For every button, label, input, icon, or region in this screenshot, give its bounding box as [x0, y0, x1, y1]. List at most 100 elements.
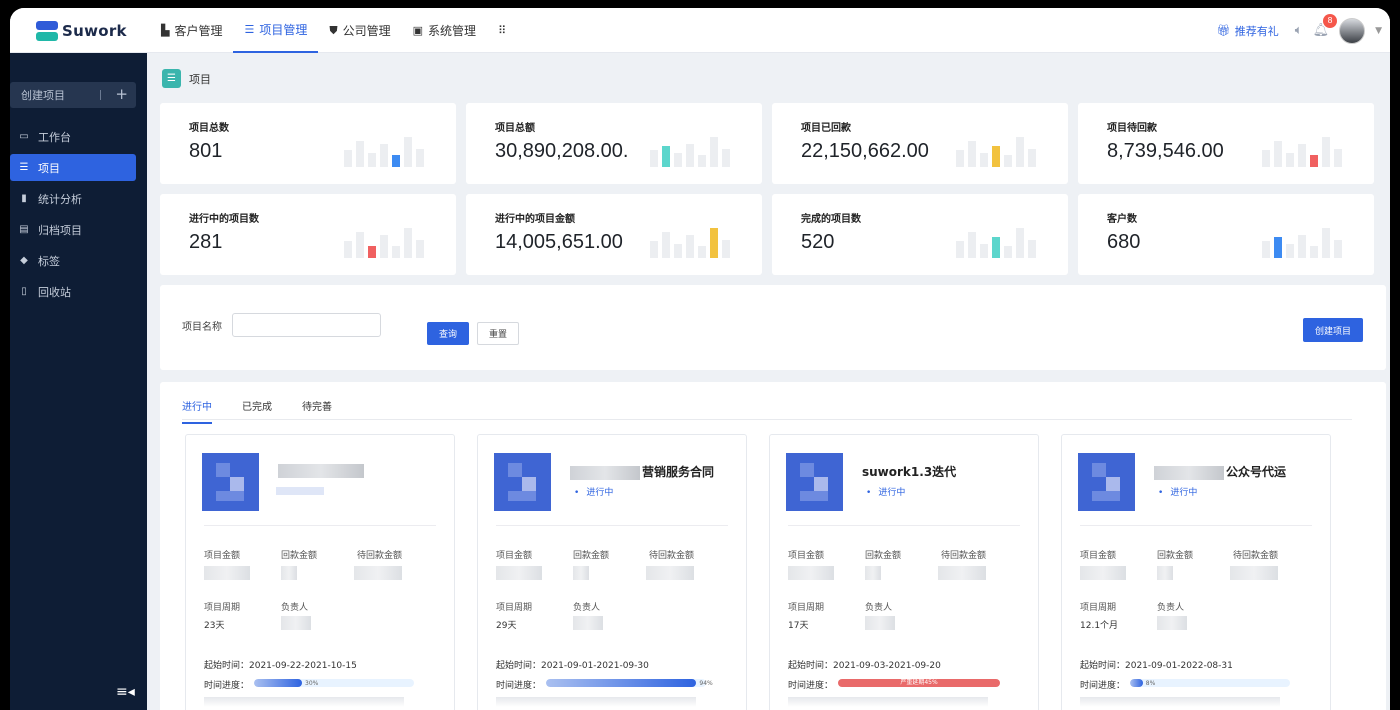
nav-item-projects[interactable]: ☰ 项目管理	[233, 8, 319, 53]
sparkline-bar	[1322, 137, 1330, 167]
briefcase-icon: ▣	[412, 24, 424, 37]
collapse-sidebar-icon[interactable]: ≡◂	[116, 684, 135, 700]
stat-label: 完成的项目数	[801, 214, 861, 225]
owner-label: 负责人	[1157, 603, 1185, 613]
project-title[interactable]: suwork1.3迭代	[862, 463, 956, 480]
chevron-down-icon[interactable]: ▼	[1375, 26, 1382, 36]
stat-label: 客户数	[1107, 214, 1137, 225]
owner-label: 负责人	[573, 603, 601, 613]
sparkline-bar	[710, 228, 718, 258]
sparkline-bar	[1274, 237, 1282, 258]
blurred-text	[1154, 465, 1224, 480]
project-card[interactable]: suwork1.3迭代进行中项目金额 回款金额 待回款金额项目周期 负责人 17天起始时…	[769, 434, 1039, 710]
monitor-icon: ▭	[19, 131, 29, 142]
paid-label: 回款金额	[573, 551, 610, 561]
sparkline-bar	[722, 240, 730, 258]
period-label: 项目周期	[204, 603, 241, 613]
trash-icon: ▯	[21, 286, 27, 297]
blurred-value	[865, 566, 881, 580]
sparkline-bar	[968, 232, 976, 258]
nav-item-label: 公司管理	[342, 24, 391, 38]
page-heading: ☰ 项目	[162, 69, 211, 88]
sparkline-bar	[344, 241, 352, 258]
project-title[interactable]: 公众号代运	[1154, 463, 1286, 480]
stat-value: 680	[1107, 231, 1141, 253]
blurred-value	[1230, 566, 1278, 580]
bell-icon[interactable]: 🔔︎ 8	[1313, 14, 1338, 38]
sidebar-item-label: 统计分析	[38, 192, 82, 206]
stat-label: 项目总数	[189, 123, 229, 134]
sparkline-bar	[404, 137, 412, 167]
reset-button[interactable]: 重置	[477, 322, 519, 345]
paid-label: 回款金额	[1157, 551, 1194, 561]
pending-label: 待回款金额	[1233, 551, 1279, 561]
recommend-label: 推荐有礼	[1234, 24, 1279, 38]
tab-to-complete[interactable]: 待完善	[302, 398, 332, 424]
recommend-link[interactable]: 🎁︎ 推荐有礼	[1217, 23, 1279, 39]
blurred-value	[281, 616, 311, 630]
project-title[interactable]: 营销服务合同	[570, 463, 714, 480]
logo[interactable]: Suwork	[36, 20, 127, 42]
nav-item-system[interactable]: ▣ 系统管理	[402, 8, 487, 53]
tag-icon: ◆	[20, 255, 28, 266]
stat-card: 项目待回款 8,739,546.00	[1078, 103, 1374, 184]
sidebar-item-projects[interactable]: ☰ 项目	[10, 154, 136, 181]
sparkline-bar	[992, 237, 1000, 258]
paid-label: 回款金额	[281, 551, 318, 561]
blurred-value	[1157, 616, 1187, 630]
blurred-value	[646, 566, 694, 580]
tab-completed[interactable]: 已完成	[242, 398, 272, 424]
sparkline-bar	[1310, 155, 1318, 167]
stat-card: 项目总额 30,890,208.00.	[466, 103, 762, 184]
sparkline-bar	[1310, 246, 1318, 258]
sparkline-bar	[1028, 240, 1036, 258]
sparkline-chart	[344, 228, 436, 258]
sparkline-bar	[1262, 241, 1270, 258]
date-range: 起始时间：2021-09-01-2021-09-30	[496, 661, 649, 671]
project-title[interactable]	[278, 463, 366, 478]
time-progress-label: 时间进度：	[204, 681, 250, 691]
sidebar-item-recycle-bin[interactable]: ▯ 回收站	[10, 278, 147, 305]
project-name-label: 项目名称	[182, 322, 222, 333]
sparkline-bar	[698, 246, 706, 258]
project-title-text: suwork1.3迭代	[862, 465, 957, 479]
sparkline-bar	[1298, 235, 1306, 258]
sidebar-create-project-button[interactable]: 创建项目 +	[10, 82, 136, 108]
pending-label: 待回款金额	[649, 551, 695, 561]
project-name-input[interactable]	[232, 313, 381, 337]
project-card[interactable]: 项目金额 回款金额 待回款金额 项目周期 负责人 23天 起始时间：2021-09-22-2…	[185, 434, 455, 710]
owner-label: 负责人	[281, 603, 309, 613]
sidebar-item-statistics[interactable]: ▮ 统计分析	[10, 185, 147, 212]
sidebar-item-tags[interactable]: ◆ 标签	[10, 247, 147, 274]
sparkline-chart	[1262, 228, 1354, 258]
sparkline-bar	[1274, 141, 1282, 167]
sparkline-chart	[650, 228, 742, 258]
sparkline-bar	[956, 241, 964, 258]
apps-menu-button[interactable]: ⠿	[487, 8, 517, 53]
project-card[interactable]: 营销服务合同进行中项目金额 回款金额 待回款金额项目周期 负责人 29天起始时间：202…	[477, 434, 747, 710]
project-card[interactable]: 公众号代运进行中项目金额 回款金额 待回款金额项目周期 负责人 12.1个月起始时间：2…	[1061, 434, 1331, 710]
create-project-button[interactable]: 创建项目	[1303, 318, 1363, 342]
status-badge: 进行中	[866, 485, 905, 498]
blurred-value	[573, 616, 603, 630]
stat-value: 8,739,546.00	[1107, 140, 1224, 162]
stat-card: 进行中的项目数 281	[160, 194, 456, 275]
nav-item-customers[interactable]: ▙ 客户管理	[150, 8, 233, 53]
stat-card: 进行中的项目金额 14,005,651.00	[466, 194, 762, 275]
stat-label: 进行中的项目数	[189, 214, 259, 225]
date-range: 起始时间：2021-09-22-2021-10-15	[204, 661, 357, 671]
shield-icon: ⛊	[329, 23, 338, 37]
speaker-icon[interactable]: 🔈︎	[1295, 23, 1303, 38]
query-button[interactable]: 查询	[427, 322, 469, 345]
sidebar-item-workbench[interactable]: ▭ 工作台	[10, 123, 147, 150]
tab-in-progress[interactable]: 进行中	[182, 398, 212, 424]
nav-item-company[interactable]: ⛊ 公司管理	[318, 8, 401, 53]
blurred-value	[865, 616, 895, 630]
sidebar-item-archive[interactable]: ▤ 归档项目	[10, 216, 147, 243]
sparkline-bar	[686, 235, 694, 258]
sparkline-bar	[674, 244, 682, 258]
avatar[interactable]	[1339, 17, 1366, 44]
blurred-text	[570, 465, 640, 480]
amount-label: 项目金额	[496, 551, 533, 561]
sparkline-bar	[1334, 149, 1342, 167]
